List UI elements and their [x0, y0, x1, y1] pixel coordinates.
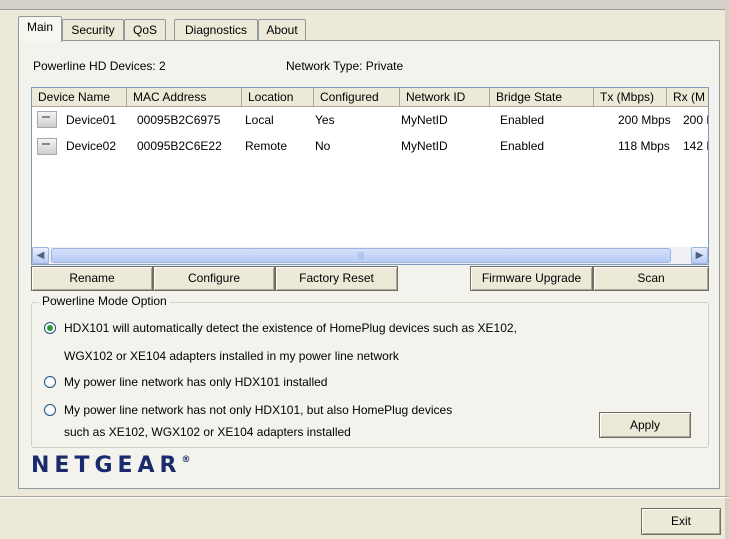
firmware-upgrade-button[interactable]: Firmware Upgrade — [470, 266, 593, 291]
tx-cell[interactable]: 118 Mbps — [618, 136, 670, 156]
mode-option-2-radio[interactable] — [44, 376, 56, 388]
tab-security[interactable]: Security — [62, 19, 124, 40]
device-name-cell[interactable]: Device02 — [66, 136, 116, 156]
network-id-cell[interactable]: MyNetID — [401, 136, 448, 156]
mode-option-2-label[interactable]: My power line network has only HDX101 in… — [64, 375, 327, 390]
column-header-location[interactable]: Location — [242, 88, 314, 107]
bridge-state-cell[interactable]: Enabled — [500, 136, 544, 156]
bridge-state-cell[interactable]: Enabled — [500, 110, 544, 130]
window-top-border — [0, 0, 729, 10]
device-count-label: Powerline HD Devices: 2 — [33, 59, 166, 73]
tx-cell[interactable]: 200 Mbps — [618, 110, 671, 130]
column-header-device-name[interactable]: Device Name — [32, 88, 127, 107]
exit-button[interactable]: Exit — [641, 508, 721, 535]
column-header-rx[interactable]: Rx (M — [667, 88, 708, 107]
mac-address-cell[interactable]: 00095B2C6E22 — [137, 136, 222, 156]
tab-diagnostics[interactable]: Diagnostics — [174, 19, 258, 40]
tab-main[interactable]: Main — [18, 16, 62, 42]
mode-option-1-radio[interactable] — [44, 322, 56, 334]
netgear-logo: NETGEAR® — [31, 453, 191, 478]
mode-option-1-label-continued[interactable]: WGX102 or XE104 adapters installed in my… — [64, 349, 399, 364]
device-icon — [37, 111, 57, 128]
factory-reset-button[interactable]: Factory Reset — [275, 266, 398, 291]
tab-qos[interactable]: QoS — [124, 19, 166, 40]
logo-text: NETGEAR — [31, 453, 182, 478]
apply-button[interactable]: Apply — [599, 412, 691, 438]
registered-mark: ® — [181, 455, 191, 465]
mode-option-1-label[interactable]: HDX101 will automatically detect the exi… — [64, 321, 517, 336]
device-icon — [37, 138, 57, 155]
network-type-label: Network Type: Private — [286, 59, 404, 73]
rx-cell[interactable]: 200 M — [683, 110, 708, 130]
window-right-border — [725, 0, 729, 539]
footer-separator — [0, 496, 729, 498]
network-id-cell[interactable]: MyNetID — [401, 110, 448, 130]
scrollbar-thumb[interactable]: ||| — [51, 248, 671, 263]
column-header-network-id[interactable]: Network ID — [400, 88, 490, 107]
rename-button[interactable]: Rename — [31, 266, 153, 291]
location-cell[interactable]: Local — [245, 110, 274, 130]
horizontal-scrollbar[interactable]: ◀ ||| ▶ — [32, 247, 708, 264]
mode-option-3-label[interactable]: My power line network has not only HDX10… — [64, 403, 452, 418]
scroll-right-button[interactable]: ▶ — [691, 247, 708, 264]
device-name-cell[interactable]: Device01 — [66, 110, 116, 130]
rx-cell[interactable]: 142 M — [683, 136, 708, 156]
configured-cell[interactable]: No — [315, 136, 330, 156]
powerline-mode-title: Powerline Mode Option — [39, 294, 170, 309]
column-header-tx[interactable]: Tx (Mbps) — [594, 88, 667, 107]
configured-cell[interactable]: Yes — [315, 110, 335, 130]
mac-address-cell[interactable]: 00095B2C6975 — [137, 110, 220, 130]
column-header-bridge-state[interactable]: Bridge State — [490, 88, 594, 107]
column-header-configured[interactable]: Configured — [314, 88, 400, 107]
mode-option-3-radio[interactable] — [44, 404, 56, 416]
scan-button[interactable]: Scan — [593, 266, 709, 291]
configure-button[interactable]: Configure — [153, 266, 275, 291]
location-cell[interactable]: Remote — [245, 136, 287, 156]
column-header-mac-address[interactable]: MAC Address — [127, 88, 242, 107]
tab-about[interactable]: About — [258, 19, 306, 40]
mode-option-3-label-continued[interactable]: such as XE102, WGX102 or XE104 adapters … — [64, 425, 351, 440]
device-list[interactable]: Device Name MAC Address Location Configu… — [31, 87, 709, 265]
scroll-left-button[interactable]: ◀ — [32, 247, 49, 264]
